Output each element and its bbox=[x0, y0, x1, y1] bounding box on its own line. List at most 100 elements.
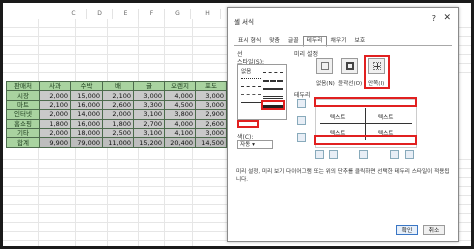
value-cell[interactable]: 14,500 bbox=[195, 137, 227, 148]
value-cell[interactable]: 2,000 bbox=[39, 109, 71, 120]
line-style-medium[interactable] bbox=[263, 88, 283, 93]
value-cell[interactable]: 16,000 bbox=[70, 99, 103, 111]
preset-outline-label: 윤곽선(O) bbox=[338, 81, 363, 87]
border-right-button[interactable] bbox=[390, 150, 399, 159]
line-style-none[interactable]: 없음 bbox=[241, 67, 251, 75]
line-style-thin[interactable] bbox=[241, 102, 261, 106]
row-label-cell[interactable]: 시장 bbox=[6, 90, 40, 101]
value-cell[interactable]: 4,100 bbox=[164, 127, 196, 139]
value-cell[interactable]: 15,200 bbox=[133, 137, 165, 148]
dialog-title: 셀 서식 bbox=[234, 18, 255, 26]
value-cell[interactable]: 18,000 bbox=[70, 127, 103, 139]
column-header-e[interactable]: E bbox=[113, 9, 139, 19]
row-label-cell[interactable]: 인터넷 bbox=[6, 109, 40, 120]
border-diagonal-down-button[interactable] bbox=[405, 150, 414, 159]
line-style-dotted[interactable] bbox=[241, 78, 261, 82]
value-cell[interactable]: 2,500 bbox=[102, 127, 134, 139]
row-label-cell[interactable]: 기타 bbox=[6, 127, 40, 139]
border-left-button[interactable] bbox=[329, 150, 338, 159]
close-icon[interactable]: ✕ bbox=[443, 13, 451, 23]
line-style-medium-dashed[interactable] bbox=[263, 72, 283, 76]
value-cell[interactable]: 11,000 bbox=[102, 137, 134, 148]
table-header-cell[interactable]: 오렌지 bbox=[164, 80, 196, 92]
value-cell[interactable]: 1,800 bbox=[102, 118, 134, 129]
line-style-highlight-lower bbox=[237, 120, 259, 128]
value-cell[interactable]: 2,600 bbox=[102, 99, 134, 111]
column-header-d[interactable]: D bbox=[87, 9, 113, 19]
border-top-button[interactable] bbox=[297, 99, 306, 108]
value-cell[interactable]: 2,600 bbox=[195, 118, 227, 129]
value-cell[interactable]: 1,800 bbox=[39, 118, 71, 129]
table-row: 마트 2,100 16,000 2,600 3,300 4,500 3,000 bbox=[6, 99, 227, 111]
column-header-c[interactable]: C bbox=[61, 9, 87, 19]
border-label: 테두리 bbox=[294, 92, 311, 99]
border-hint-text: 미리 설정, 미리 보기 다이어그램 또는 위의 단추를 클릭하면 선택한 테두… bbox=[236, 169, 450, 183]
value-cell[interactable]: 4,000 bbox=[164, 90, 196, 101]
line-style-dash-dot[interactable] bbox=[241, 94, 261, 98]
value-cell[interactable]: 2,100 bbox=[39, 99, 71, 111]
line-style-dashed[interactable] bbox=[241, 86, 261, 90]
value-cell[interactable]: 2,000 bbox=[39, 127, 71, 139]
preset-none-button[interactable] bbox=[316, 58, 333, 74]
value-cell[interactable]: 2,100 bbox=[102, 90, 134, 101]
line-color-select[interactable]: 자동 ▾ bbox=[237, 140, 273, 149]
preview-text: 텍스트 bbox=[330, 115, 346, 121]
cancel-button[interactable]: 취소 bbox=[423, 225, 445, 235]
value-cell[interactable]: 15,000 bbox=[70, 90, 103, 101]
value-cell[interactable]: 4,000 bbox=[164, 118, 196, 129]
value-cell[interactable]: 2,700 bbox=[133, 118, 165, 129]
table-header-cell[interactable]: 포도 bbox=[195, 80, 227, 92]
row-label-cell[interactable]: 마트 bbox=[6, 99, 40, 111]
row-label-cell[interactable]: 합계 bbox=[6, 137, 40, 148]
value-cell[interactable]: 14,000 bbox=[70, 109, 103, 120]
value-cell[interactable]: 3,100 bbox=[133, 127, 165, 139]
preset-outline-button[interactable] bbox=[341, 58, 358, 74]
preview-top-highlight bbox=[314, 97, 417, 107]
line-color-value: 자동 bbox=[240, 142, 251, 148]
border-inside-horizontal-button[interactable] bbox=[297, 116, 306, 125]
preset-inside-highlight bbox=[364, 55, 390, 89]
price-table: 판매처 사과 수박 배 귤 오렌지 포도 시장 2,000 15,000 2,1… bbox=[6, 80, 227, 148]
table-row: 홈쇼핑 1,800 16,000 1,800 2,700 4,000 2,600 bbox=[6, 118, 227, 129]
preview-bottom-highlight bbox=[314, 135, 417, 145]
value-cell[interactable]: 3,800 bbox=[164, 109, 196, 120]
value-cell[interactable]: 9,900 bbox=[39, 137, 71, 148]
row-label-cell[interactable]: 홈쇼핑 bbox=[6, 118, 40, 129]
border-bottom-button[interactable] bbox=[297, 133, 306, 142]
column-header-f[interactable]: F bbox=[139, 9, 165, 19]
table-header-cell[interactable]: 사과 bbox=[39, 80, 71, 92]
value-cell[interactable]: 3,000 bbox=[195, 90, 227, 101]
value-cell[interactable]: 4,500 bbox=[164, 99, 196, 111]
table-row: 인터넷 2,000 14,000 2,000 3,100 3,800 2,900 bbox=[6, 109, 227, 120]
preset-none-icon bbox=[321, 62, 329, 70]
screen: C D E F G H 판매처 사과 수박 배 귤 오렌지 포도 시장 2,00… bbox=[3, 3, 471, 246]
table-header-cell[interactable]: 배 bbox=[102, 80, 134, 92]
value-cell[interactable]: 3,300 bbox=[133, 99, 165, 111]
table-row: 시장 2,000 15,000 2,100 3,000 4,000 3,000 bbox=[6, 90, 227, 101]
value-cell[interactable]: 16,000 bbox=[70, 118, 103, 129]
help-icon[interactable]: ? bbox=[432, 14, 436, 23]
table-row-total: 합계 9,900 79,000 11,000 15,200 20,400 14,… bbox=[6, 137, 227, 148]
value-cell[interactable]: 2,000 bbox=[102, 109, 134, 120]
value-cell[interactable]: 20,400 bbox=[164, 137, 196, 148]
value-cell[interactable]: 3,100 bbox=[133, 109, 165, 120]
line-style-medium-dash-dot[interactable] bbox=[263, 80, 283, 85]
value-cell[interactable]: 3,000 bbox=[195, 127, 227, 139]
value-cell[interactable]: 79,000 bbox=[70, 137, 103, 148]
table-header-cell[interactable]: 판매처 bbox=[6, 80, 40, 92]
column-header-h[interactable]: H bbox=[195, 9, 221, 19]
table-header-row: 판매처 사과 수박 배 귤 오렌지 포도 bbox=[6, 80, 227, 92]
table-header-cell[interactable]: 수박 bbox=[70, 80, 103, 92]
preset-none-label: 없음(N) bbox=[316, 81, 335, 87]
border-diagonal-up-button[interactable] bbox=[315, 150, 324, 159]
column-header-g[interactable]: G bbox=[165, 9, 191, 19]
table-header-cell[interactable]: 귤 bbox=[133, 80, 165, 92]
value-cell[interactable]: 2,000 bbox=[39, 90, 71, 101]
value-cell[interactable]: 2,900 bbox=[195, 109, 227, 120]
border-inside-vertical-button[interactable] bbox=[359, 150, 368, 159]
value-cell[interactable]: 3,000 bbox=[195, 99, 227, 111]
format-cells-dialog: 셀 서식 ? ✕ 표시 형식 맞춤 글꼴 테두리 채우기 보호 선 스타일(S)… bbox=[227, 7, 459, 242]
ok-button[interactable]: 확인 bbox=[396, 225, 418, 235]
value-cell[interactable]: 3,000 bbox=[133, 90, 165, 101]
presets-label: 미리 설정 bbox=[294, 51, 318, 58]
